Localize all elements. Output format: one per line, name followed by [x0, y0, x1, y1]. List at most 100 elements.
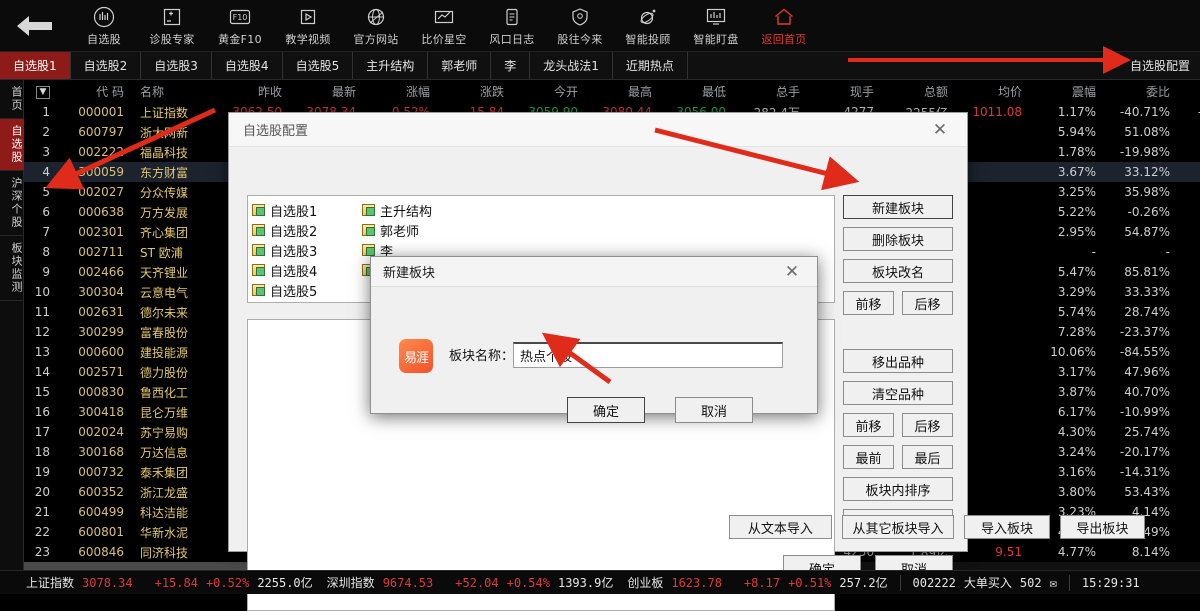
block-name-input[interactable]: [513, 342, 783, 368]
item-move-last-button[interactable]: 最后: [902, 445, 953, 469]
cell-code: 600801: [78, 525, 124, 539]
row-index: 2: [42, 125, 50, 139]
cell-name: 浙大网新: [140, 125, 189, 140]
block-list-item[interactable]: 自选股1: [252, 200, 362, 220]
tab-zixuangu2[interactable]: 自选股2: [71, 52, 142, 79]
rail-item-bankuaijiance[interactable]: 板块监测: [0, 236, 24, 301]
cell-wc: 0: [1178, 202, 1200, 222]
toolbar-item-zhineng-tougu[interactable]: 智能投顾: [614, 1, 682, 51]
tab-zhushengjiegou[interactable]: 主升结构: [353, 52, 429, 79]
col-amplitude[interactable]: 震幅: [1030, 80, 1104, 102]
toolbar-item-fengkou-rizhi[interactable]: 风口日志: [478, 1, 546, 51]
index-change-pct-sh: +0.52%: [205, 575, 250, 590]
tab-zixuangu1[interactable]: 自选股1: [0, 52, 71, 79]
col-change-pct[interactable]: 涨幅: [364, 80, 438, 102]
cell-name: 华新水泥: [140, 525, 189, 540]
new-block-ok-button[interactable]: 确定: [567, 397, 645, 423]
col-current-vol[interactable]: 现手: [808, 80, 882, 102]
tab-zixuangu5[interactable]: 自选股5: [283, 52, 354, 79]
close-icon[interactable]: ✕: [779, 259, 805, 285]
tab-guolaoshi[interactable]: 郭老师: [428, 52, 492, 79]
toolbar-label: 智能盯盘: [693, 33, 739, 46]
import-block-button[interactable]: 导入板块: [964, 515, 1050, 539]
rail-item-zixuangu[interactable]: 自选股: [0, 119, 24, 171]
toolbar-item-guwang-jinlai[interactable]: 股往今来: [546, 1, 614, 51]
toolbar-item-guanfang-wangzhan[interactable]: 官方网站: [342, 1, 410, 51]
cell-name: 齐心集团: [140, 225, 189, 240]
new-block-button[interactable]: 新建板块: [843, 195, 953, 219]
col-high[interactable]: 最高: [586, 80, 660, 102]
toolbar-item-zhengu-zhuanjia[interactable]: 诊股专家: [138, 1, 206, 51]
block-move-row: 前移 后移: [843, 291, 953, 315]
col-prev-close[interactable]: 昨收: [216, 80, 290, 102]
col-code[interactable]: 代 码: [58, 80, 132, 102]
block-name: 主升结构: [380, 204, 433, 220]
trend-compare-icon: [432, 4, 456, 28]
cell-wc: 171: [1178, 182, 1200, 202]
zixuangu-config-link[interactable]: 自选股配置: [1120, 52, 1200, 79]
rename-block-button[interactable]: 板块改名: [843, 259, 953, 283]
home-icon: [772, 4, 796, 28]
block-list-item[interactable]: 郭老师: [362, 220, 472, 240]
close-icon[interactable]: ✕: [927, 117, 953, 143]
monitor-chart-icon: [704, 4, 728, 28]
col-sort-toggle[interactable]: ▼: [24, 80, 58, 102]
col-name[interactable]: 名称: [132, 80, 216, 102]
import-from-other-block-button[interactable]: 从其它板块导入: [841, 515, 955, 539]
col-last[interactable]: 最新: [290, 80, 364, 102]
rail-item-hushengegu[interactable]: 沪深个股: [0, 171, 24, 236]
cell-code: 300299: [78, 325, 124, 339]
folder-icon: [362, 244, 375, 256]
item-move-down-button[interactable]: 后移: [902, 413, 953, 437]
export-block-button[interactable]: 导出板块: [1059, 515, 1146, 539]
block-list-item[interactable]: 自选股5: [252, 280, 362, 300]
globe-icon: [365, 4, 387, 28]
block-list-item[interactable]: 主升结构: [362, 200, 472, 220]
clear-items-button[interactable]: 清空品种: [843, 381, 953, 405]
new-block-cancel-button[interactable]: 取消: [675, 397, 753, 423]
block-move-down-button[interactable]: 后移: [902, 291, 953, 315]
cell-code: 000830: [78, 385, 124, 399]
col-avg-price[interactable]: 均价: [956, 80, 1030, 102]
col-change[interactable]: 涨跌: [438, 80, 512, 102]
toolbar-item-huangjin-f10[interactable]: F10 黄金F10: [206, 1, 274, 51]
tab-zixuangu4[interactable]: 自选股4: [212, 52, 283, 79]
col-low[interactable]: 最低: [660, 80, 734, 102]
col-open[interactable]: 今开: [512, 80, 586, 102]
import-from-text-button[interactable]: 从文本导入: [729, 515, 832, 539]
col-wc[interactable]: 委差: [1178, 80, 1200, 102]
toolbar-item-jiaoxue-shipin[interactable]: 教学视频: [274, 1, 342, 51]
cell-wb: 47.96%: [1124, 365, 1170, 379]
col-volume[interactable]: 总手: [734, 80, 808, 102]
cell-code: 300304: [78, 285, 124, 299]
col-amount[interactable]: 总额: [882, 80, 956, 102]
cell-wb: -10.99%: [1119, 405, 1170, 419]
remove-item-button[interactable]: 移出品种: [843, 349, 953, 373]
rail-item-shouye[interactable]: 首页: [0, 80, 24, 119]
tab-li[interactable]: 李: [491, 52, 531, 79]
tab-zixuangu3[interactable]: 自选股3: [141, 52, 212, 79]
item-move-first-button[interactable]: 最前: [843, 445, 894, 469]
delete-block-button[interactable]: 删除板块: [843, 227, 953, 251]
toolbar-item-bijia-xingkong[interactable]: 比价星空: [410, 1, 478, 51]
cell-wc: 12: [1178, 302, 1200, 322]
block-list-item[interactable]: 自选股4: [252, 260, 362, 280]
sort-in-block-button[interactable]: 板块内排序: [843, 477, 953, 501]
cell-wc: 26: [1178, 422, 1200, 442]
row-index: 11: [34, 305, 50, 319]
block-list-item[interactable]: 自选股2: [252, 220, 362, 240]
col-wb[interactable]: 委比: [1104, 80, 1178, 102]
index-name-sh: 上证指数: [26, 576, 75, 590]
tab-jinqiredian[interactable]: 近期热点: [613, 52, 688, 79]
item-move-up-button[interactable]: 前移: [843, 413, 894, 437]
toolbar-item-zhineng-dingpan[interactable]: 智能盯盘: [682, 1, 750, 51]
toolbar-item-fanhui-shouye[interactable]: 返回首页: [750, 1, 818, 51]
block-move-up-button[interactable]: 前移: [843, 291, 894, 315]
toolbar-item-zixuangu[interactable]: 自选股: [70, 1, 138, 51]
block-list-item[interactable]: 自选股3: [252, 240, 362, 260]
cell-wb: 25.74%: [1124, 425, 1170, 439]
tab-longtouzhanfa1[interactable]: 龙头战法1: [530, 52, 613, 79]
sort-desc-icon[interactable]: ▼: [36, 86, 50, 99]
back-arrow-icon[interactable]: [0, 13, 70, 39]
mail-icon[interactable]: ✉: [1046, 576, 1061, 590]
